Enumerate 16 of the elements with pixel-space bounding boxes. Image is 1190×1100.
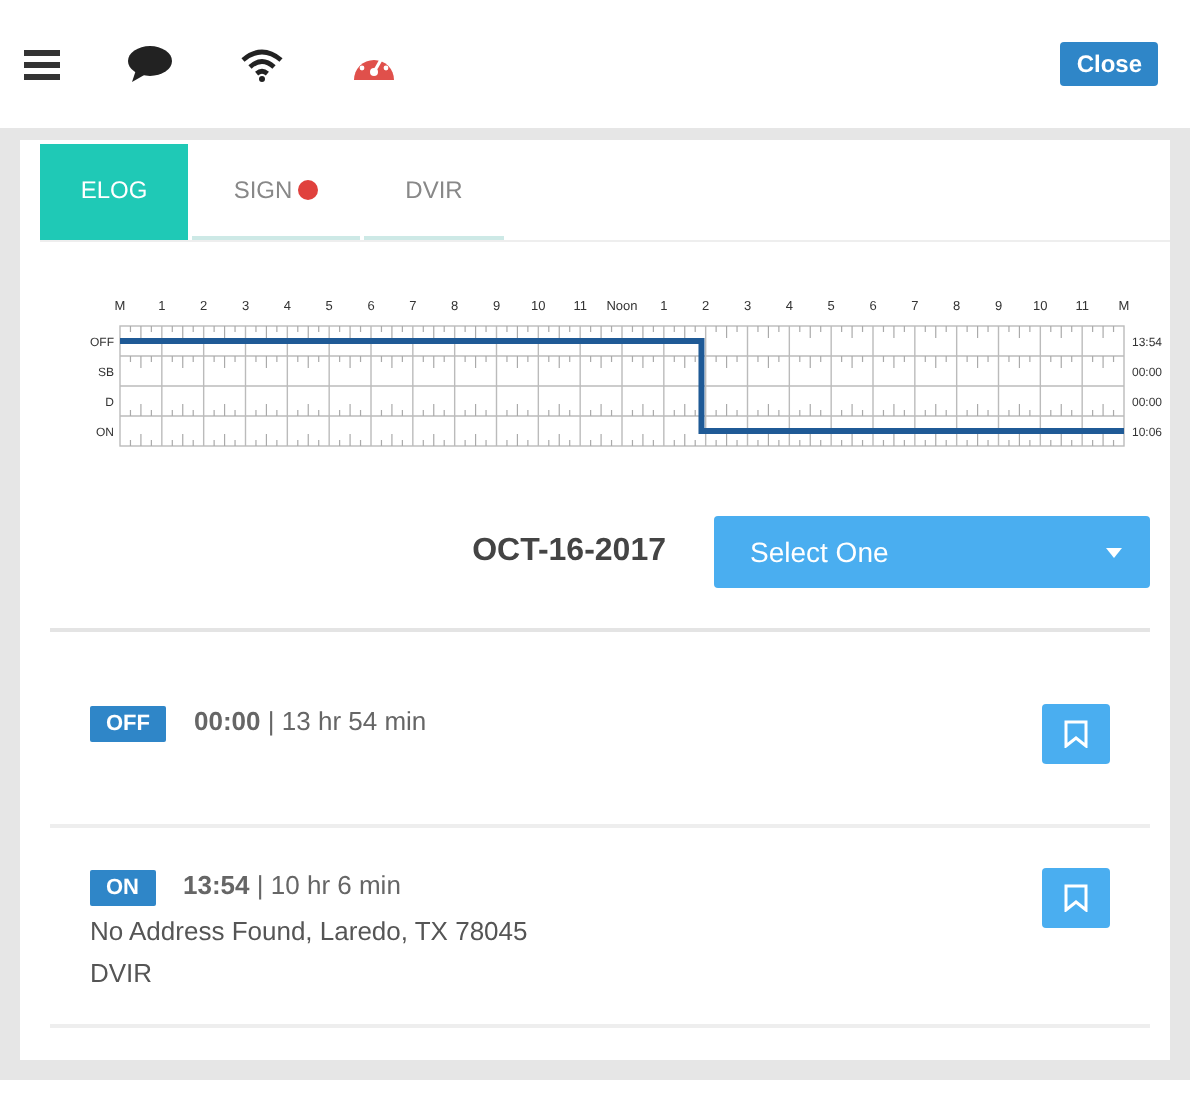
close-button[interactable]: Close [1060,42,1158,86]
menu-icon[interactable] [24,49,60,79]
entry-detail: DVIR [90,958,155,988]
bookmark-icon [1064,720,1088,748]
status-badge: ON [90,870,155,906]
speech-bubble-icon[interactable] [128,46,172,82]
status-badge: OFF [90,706,166,742]
entry-detail: No Address Found, Laredo, TX 78045 [90,916,528,946]
tab[interactable]: ELOG [40,144,188,240]
entry-time-duration: 13:54 | 10 hr 6 min [183,870,401,900]
wifi-icon[interactable] [240,47,284,81]
select-dropdown[interactable]: Select One [714,516,1150,588]
caret-icon [1106,547,1122,557]
bookmark-icon [1064,884,1088,912]
log-date: OCT-16-2017 [472,534,666,570]
entry-time-duration: 00:00 | 13 hr 54 min [194,706,427,736]
